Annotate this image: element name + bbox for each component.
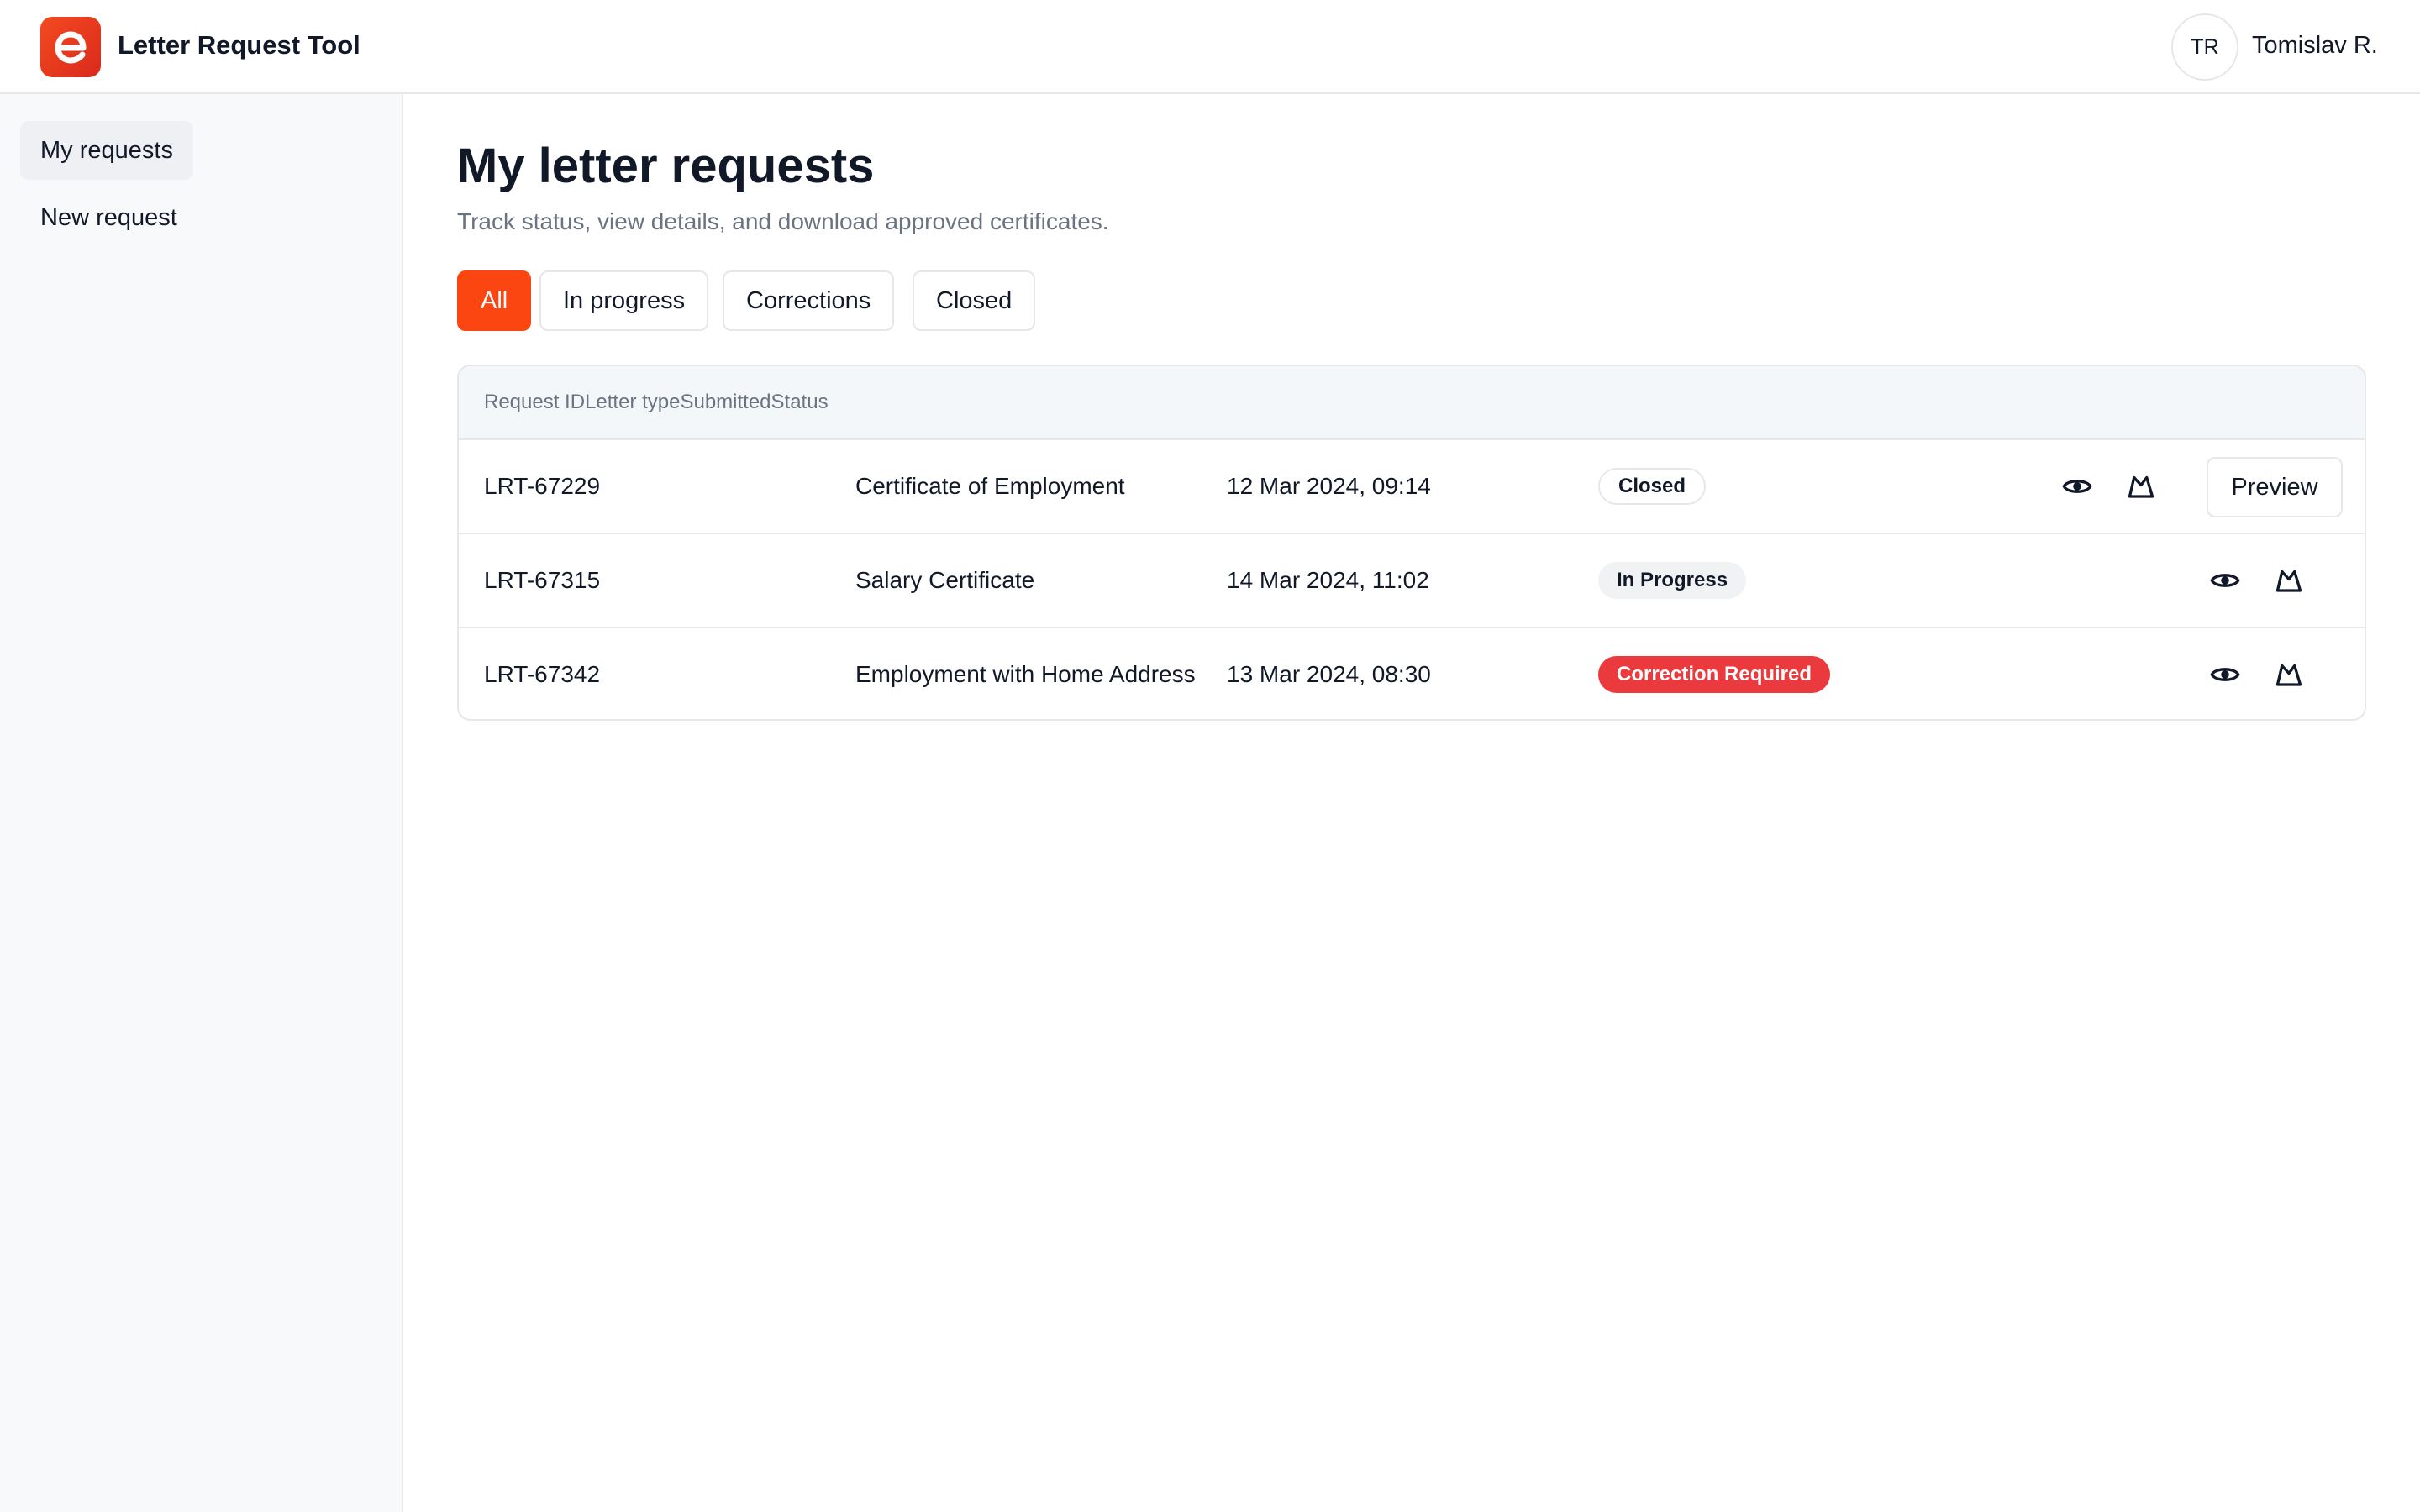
eye-icon[interactable] [2208,564,2242,597]
column-header-letter-type[interactable]: Letter type [585,391,680,414]
letter-type: Salary Certificate [855,567,1035,593]
status-badge: Correction Required [1598,656,1831,693]
request-id: LRT-67342 [484,661,601,687]
letter-type: Certificate of Employment [855,473,1125,499]
download-icon[interactable] [2272,658,2306,691]
tab-corrections[interactable]: Corrections [723,270,895,331]
status-badge: In Progress [1598,562,1747,599]
tab-in-progress[interactable]: In progress [539,270,709,331]
column-header-submitted[interactable]: Submitted [680,391,771,414]
preview-button[interactable]: Preview [2207,457,2343,517]
table-row[interactable]: LRT-67342 Employment with Home Address 1… [459,627,2365,719]
user-avatar[interactable]: TR [2171,13,2238,81]
submitted-date: 13 Mar 2024, 08:30 [1227,661,1431,687]
tab-closed[interactable]: Closed [913,270,1036,331]
status-badge: Closed [1598,468,1707,505]
table-row[interactable]: LRT-67229 Certificate of Employment 12 M… [459,438,2365,533]
sidebar: My requests New request [0,94,403,1512]
page-subtitle: Track status, view details, and download… [457,208,1109,234]
eye-icon[interactable] [2060,470,2094,503]
app-title: Letter Request Tool [118,30,360,60]
download-icon[interactable] [2124,470,2158,503]
download-icon[interactable] [2272,564,2306,597]
sidebar-item-my-requests[interactable]: My requests [20,121,193,180]
request-id: LRT-67315 [484,567,601,593]
letter-type: Employment with Home Address [855,661,1196,687]
page-title: My letter requests [457,139,875,193]
request-id: LRT-67229 [484,473,601,499]
user-name[interactable]: Tomislav R. [2252,32,2378,60]
table-header: Request ID Letter type Submitted Status [459,366,2365,438]
column-header-request-id[interactable]: Request ID [484,391,585,414]
submitted-date: 14 Mar 2024, 11:02 [1227,567,1429,593]
column-header-status[interactable]: Status [771,391,829,414]
tab-all[interactable]: All [457,270,532,331]
eye-icon[interactable] [2208,658,2242,691]
top-bar: Letter Request Tool TR Tomislav R. [0,0,2420,94]
app-logo-icon[interactable] [40,17,101,77]
submitted-date: 12 Mar 2024, 09:14 [1227,473,1431,499]
sidebar-item-new-request[interactable]: New request [20,188,197,247]
requests-table: Request ID Letter type Submitted Status LRT… [457,365,2366,721]
table-row[interactable]: LRT-67315 Salary Certificate 14 Mar 2024… [459,533,2365,627]
